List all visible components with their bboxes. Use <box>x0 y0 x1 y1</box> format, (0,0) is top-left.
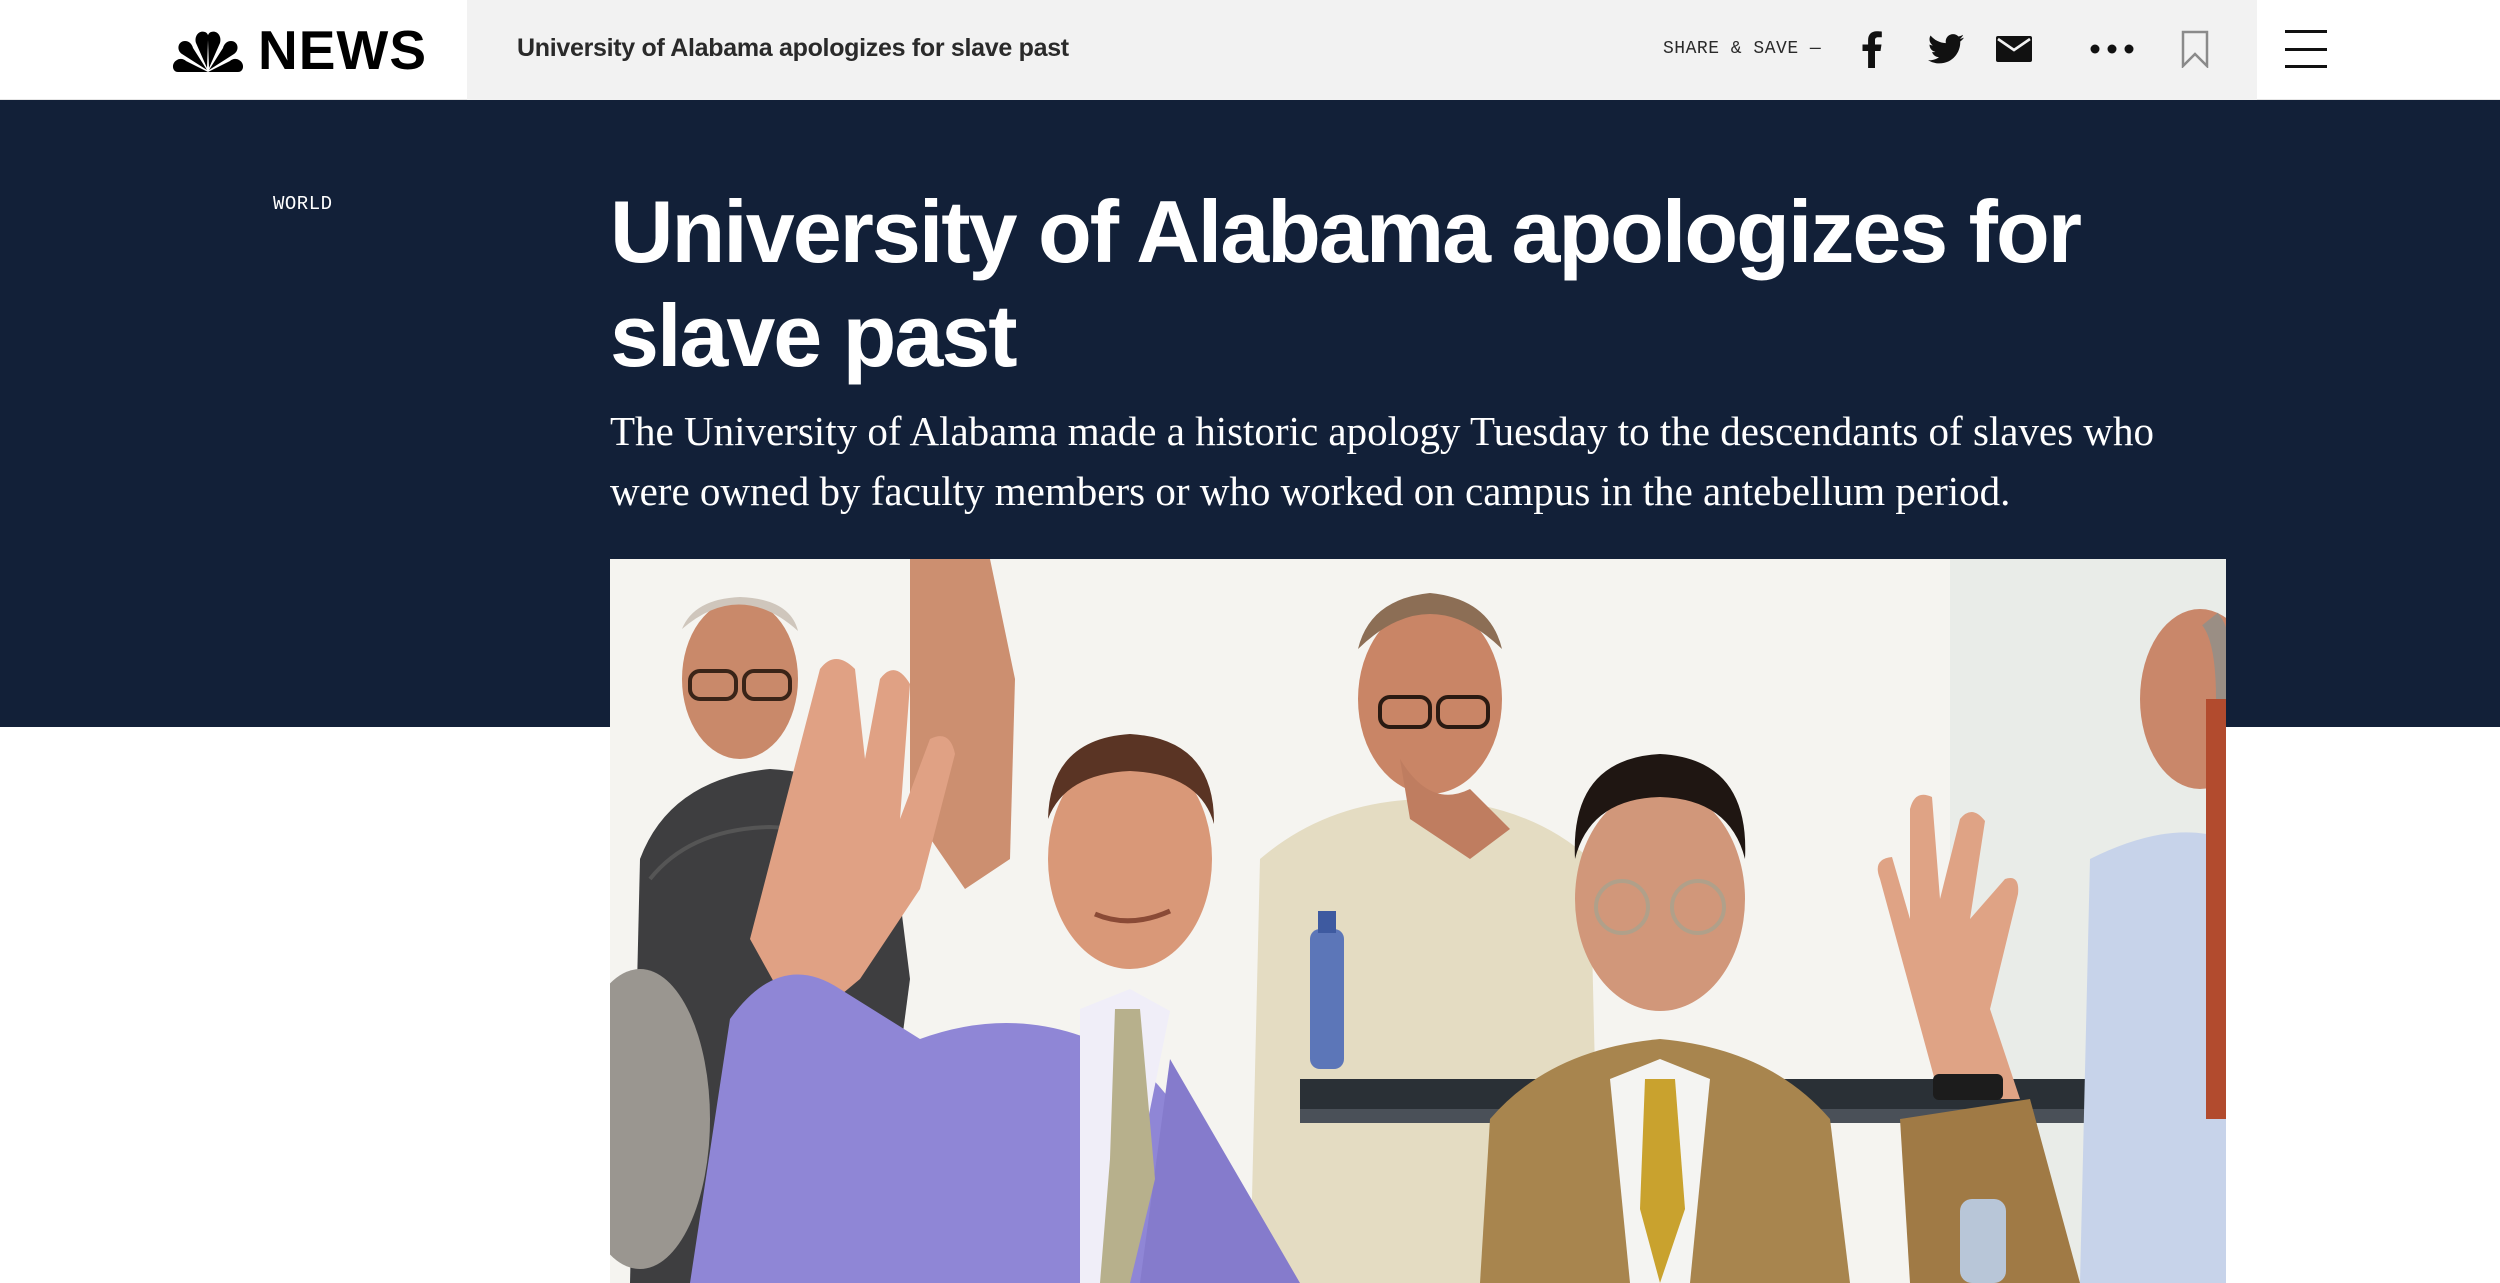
section-label[interactable]: WORLD <box>273 193 333 215</box>
hero-photo <box>610 559 2226 1283</box>
article-dek: The University of Alabama made a histori… <box>610 408 2155 514</box>
nbc-peacock-icon <box>172 31 244 72</box>
hamburger-menu-icon[interactable] <box>2285 28 2327 70</box>
share-save-label: SHARE & SAVE — <box>1663 39 1822 59</box>
menu-line <box>2285 47 2327 51</box>
article-headline: University of Alabama apologizes for sla… <box>610 182 2082 385</box>
menu-line <box>2285 65 2327 68</box>
sticky-article-bar: University of Alabama apologizes for sla… <box>467 0 2257 100</box>
article-bar-title: University of Alabama apologizes for sla… <box>517 34 1069 62</box>
bookmark-icon[interactable] <box>2180 28 2210 70</box>
more-icon[interactable] <box>2089 28 2135 70</box>
menu-line <box>2285 30 2327 33</box>
nbc-news-logo[interactable]: NEWS <box>172 22 427 78</box>
mail-icon[interactable] <box>1995 28 2033 70</box>
site-header: NEWS University of Alabama apologizes fo… <box>0 0 2500 100</box>
twitter-icon[interactable] <box>1927 28 1965 70</box>
logo-wordmark: NEWS <box>258 18 427 81</box>
photo-illustration <box>610 559 2226 1283</box>
facebook-icon[interactable] <box>1860 28 1884 70</box>
